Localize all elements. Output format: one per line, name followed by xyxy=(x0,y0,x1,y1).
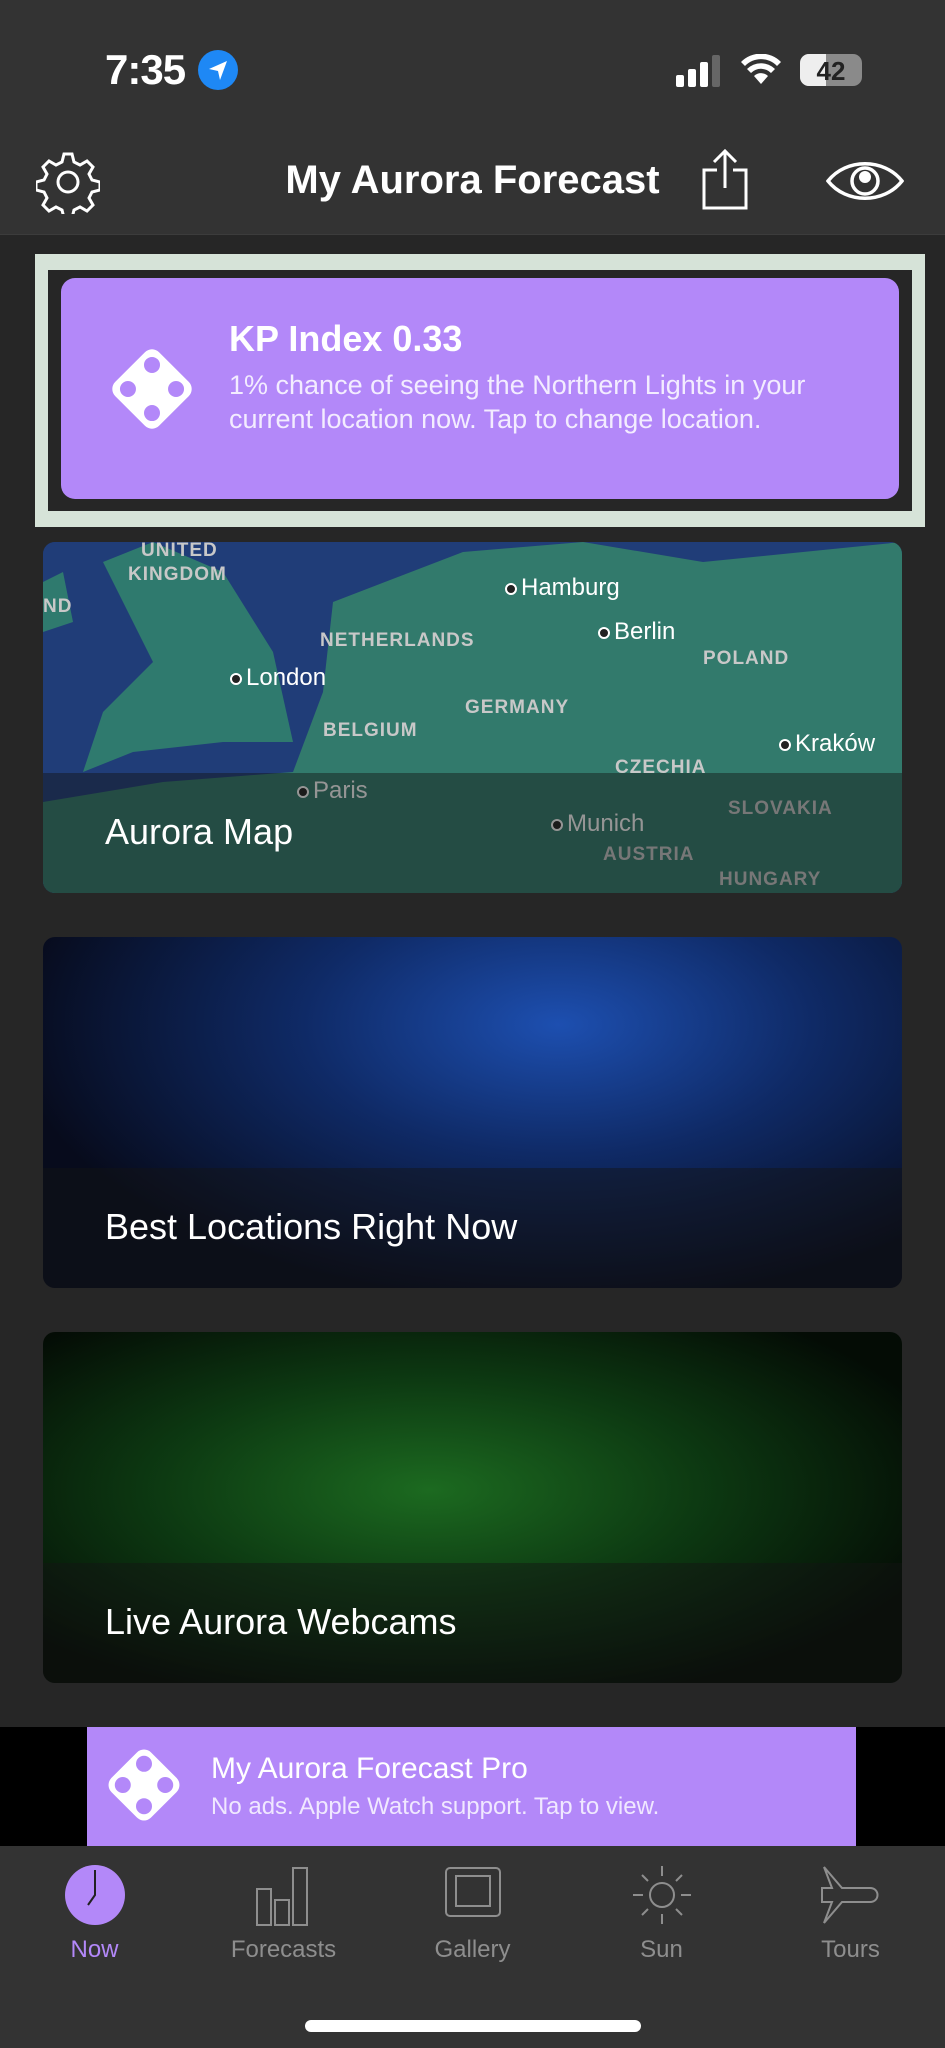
share-icon[interactable] xyxy=(700,148,750,210)
aurora-map-card[interactable]: UNITED KINGDOM ND NETHERLANDS BELGIUM GE… xyxy=(43,542,902,893)
gallery-frame-icon xyxy=(444,1867,501,1917)
card-label: Live Aurora Webcams xyxy=(105,1601,457,1642)
map-label: ND xyxy=(43,596,73,617)
tab-label: Sun xyxy=(640,1936,683,1963)
tab-label: Forecasts xyxy=(230,1936,337,1963)
location-arrow-icon xyxy=(198,50,238,90)
home-indicator xyxy=(305,2020,641,2032)
tab-forecasts[interactable]: Forecasts xyxy=(189,1864,378,1964)
city-label: Kraków xyxy=(779,730,875,758)
kp-index-card[interactable]: KP Index 0.33 1% chance of seeing the No… xyxy=(61,278,899,499)
live-webcams-card[interactable]: Live Aurora Webcams xyxy=(43,1332,902,1683)
tab-label: Gallery xyxy=(434,1936,511,1963)
map-label: BELGIUM xyxy=(323,720,418,741)
tab-label: Now xyxy=(70,1936,119,1963)
page-title: My Aurora Forecast xyxy=(285,158,660,202)
card-label: Best Locations Right Now xyxy=(105,1206,518,1247)
tab-gallery[interactable]: Gallery xyxy=(378,1864,567,1964)
tab-sun[interactable]: Sun xyxy=(567,1864,756,1964)
bar-chart-icon xyxy=(255,1867,308,1926)
city-label: Hamburg xyxy=(505,574,620,602)
best-locations-card[interactable]: Best Locations Right Now xyxy=(43,937,902,1288)
kp-index-title: KP Index 0.33 xyxy=(229,318,463,359)
wifi-icon xyxy=(741,54,781,84)
map-label: UNITED xyxy=(141,542,218,561)
map-label: POLAND xyxy=(703,648,790,669)
card-label: Aurora Map xyxy=(105,811,294,852)
city-label: Berlin xyxy=(598,618,675,646)
dice-logo-icon xyxy=(104,1745,184,1825)
clock-icon xyxy=(64,1865,125,1925)
battery-icon: 42 xyxy=(800,54,862,86)
eye-icon[interactable] xyxy=(826,158,904,204)
tab-tours[interactable]: Tours xyxy=(756,1864,945,1964)
city-label: London xyxy=(230,664,326,692)
map-label: KINGDOM xyxy=(128,564,227,585)
pro-ad-banner[interactable]: My Aurora Forecast Pro No ads. Apple Wat… xyxy=(87,1727,856,1846)
tab-bar: Now Forecasts Gallery Sun Tours xyxy=(0,1846,945,2048)
sun-icon xyxy=(632,1866,691,1924)
tab-now[interactable]: Now xyxy=(0,1864,189,1964)
map-label: GERMANY xyxy=(465,697,570,718)
status-time: 7:35 xyxy=(105,46,186,93)
ad-subtitle: No ads. Apple Watch support. Tap to view… xyxy=(211,1793,660,1820)
map-label: NETHERLANDS xyxy=(320,630,475,651)
signal-icon xyxy=(676,55,720,87)
airplane-icon xyxy=(820,1866,878,1924)
tab-label: Tours xyxy=(821,1936,880,1963)
ad-title: My Aurora Forecast Pro xyxy=(211,1752,528,1785)
kp-index-card-highlight[interactable]: KP Index 0.33 1% chance of seeing the No… xyxy=(35,254,925,527)
kp-description: 1% chance of seeing the Northern Lights … xyxy=(229,370,806,434)
dice-logo-icon xyxy=(108,345,196,433)
